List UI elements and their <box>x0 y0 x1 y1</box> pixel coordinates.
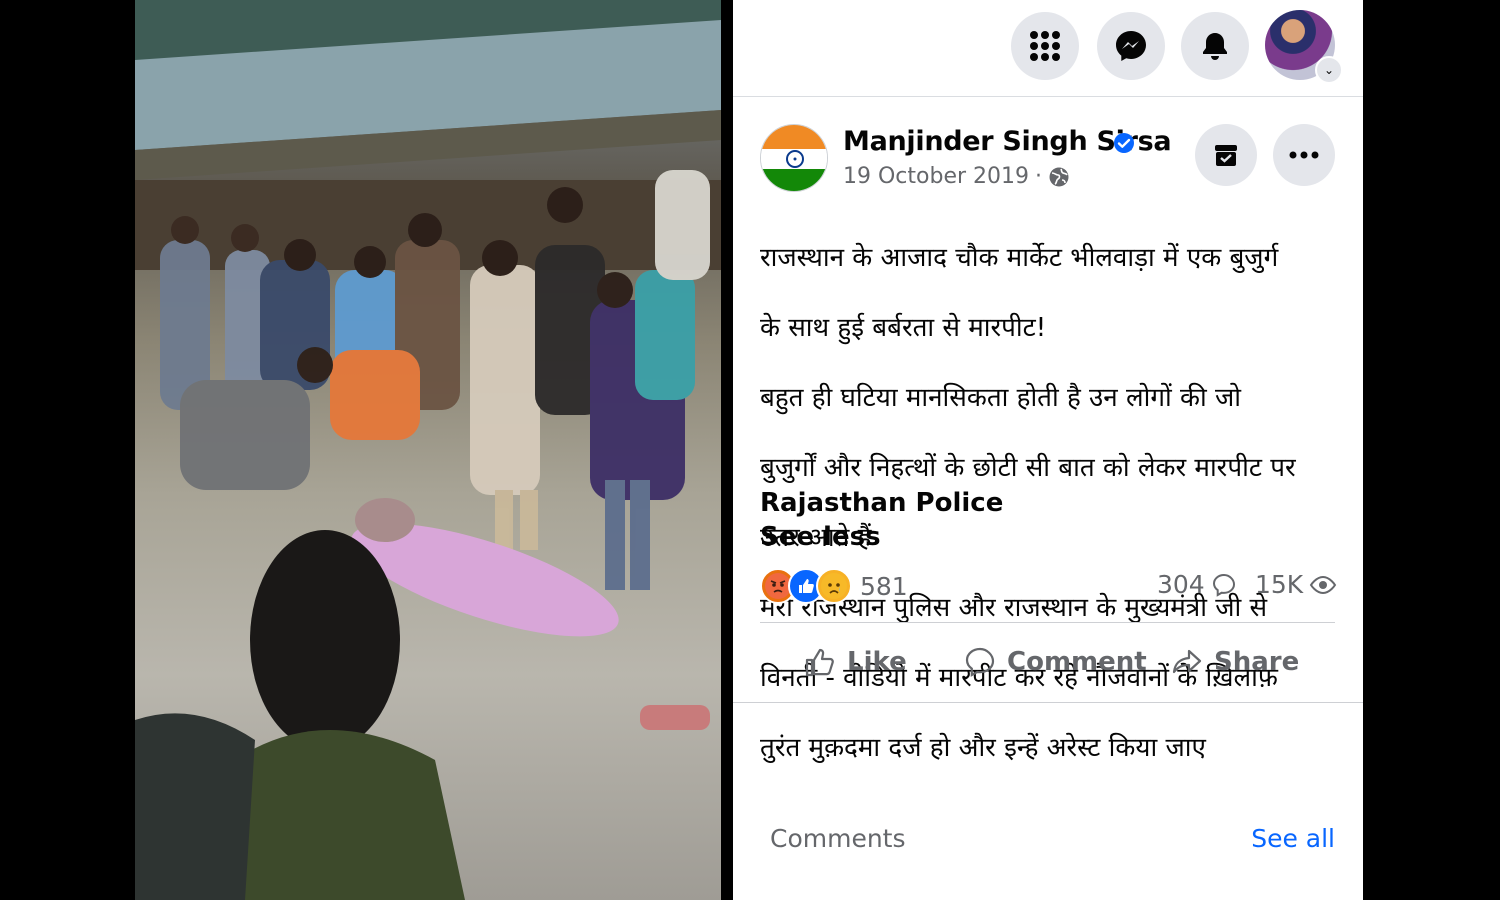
comment-icon <box>965 647 995 677</box>
menu-grid-icon <box>1030 31 1060 61</box>
share-button[interactable]: Share <box>1170 640 1299 684</box>
post-text-line: बुजुर्गों और निहत्थों के छोटी सी बात को … <box>760 453 1296 483</box>
comment-count[interactable]: 304 <box>1157 570 1237 599</box>
see-all-comments-link[interactable]: See all <box>1251 824 1335 853</box>
messenger-icon <box>1116 31 1146 61</box>
post-text-line: के साथ हुई बर्बरता से मारपीट! <box>760 313 1047 343</box>
comment-count-value: 304 <box>1157 570 1205 599</box>
save-box-icon <box>1215 145 1237 166</box>
meta-separator: · <box>1035 164 1043 189</box>
save-post-button[interactable] <box>1195 124 1257 186</box>
chevron-down-icon[interactable]: ⌄ <box>1315 56 1343 84</box>
menu-grid-button[interactable] <box>1011 12 1079 80</box>
view-count: 15K <box>1255 570 1337 599</box>
view-count-value: 15K <box>1255 570 1304 599</box>
post-video[interactable] <box>135 0 721 900</box>
india-flag-avatar <box>761 125 827 191</box>
globe-icon <box>1049 167 1069 186</box>
notifications-bell-icon <box>1203 33 1227 60</box>
eye-icon <box>1310 575 1337 594</box>
video-frame <box>135 0 721 900</box>
like-button[interactable]: Like <box>803 640 907 684</box>
post-date[interactable]: 19 October 2019 <box>843 164 1029 189</box>
divider <box>760 622 1335 623</box>
comment-label: Comment <box>1007 647 1147 677</box>
tagged-page-link[interactable]: Rajasthan Police <box>760 488 1003 518</box>
more-options-button[interactable] <box>1273 124 1335 186</box>
notifications-button[interactable] <box>1181 12 1249 80</box>
post-panel: ⌄ Manjinder Singh Sirsa 19 October 2019 … <box>733 0 1363 900</box>
post-text-line: बहुत ही घटिया मानसिकता होती है उन लोगों … <box>760 383 1241 413</box>
messenger-button[interactable] <box>1097 12 1165 80</box>
reactions-summary[interactable]: 581 <box>760 568 908 604</box>
post-meta: 19 October 2019 · <box>843 164 1070 189</box>
sad-reaction-icon <box>816 568 852 604</box>
author-avatar[interactable] <box>760 124 828 192</box>
top-bar: ⌄ <box>733 0 1363 97</box>
post-text-line: राजस्थान के आजाद चौक मार्केट भीलवाड़ा मे… <box>760 243 1279 273</box>
comments-heading: Comments <box>770 824 906 853</box>
divider <box>733 702 1363 703</box>
reaction-count[interactable]: 581 <box>860 572 908 601</box>
verified-badge-icon <box>1114 133 1134 153</box>
post-text-line: तुरंत मुक़दमा दर्ज हो और इन्हें अरेस्ट क… <box>760 733 1206 763</box>
like-label: Like <box>847 647 907 677</box>
comment-button[interactable]: Comment <box>963 640 1147 684</box>
share-label: Share <box>1214 647 1300 677</box>
comment-bubble-icon <box>1212 573 1235 597</box>
more-dots-icon <box>1289 151 1319 159</box>
thumbs-up-icon <box>805 648 834 677</box>
share-arrow-icon <box>1172 649 1202 674</box>
see-less-button[interactable]: See less <box>760 522 881 552</box>
